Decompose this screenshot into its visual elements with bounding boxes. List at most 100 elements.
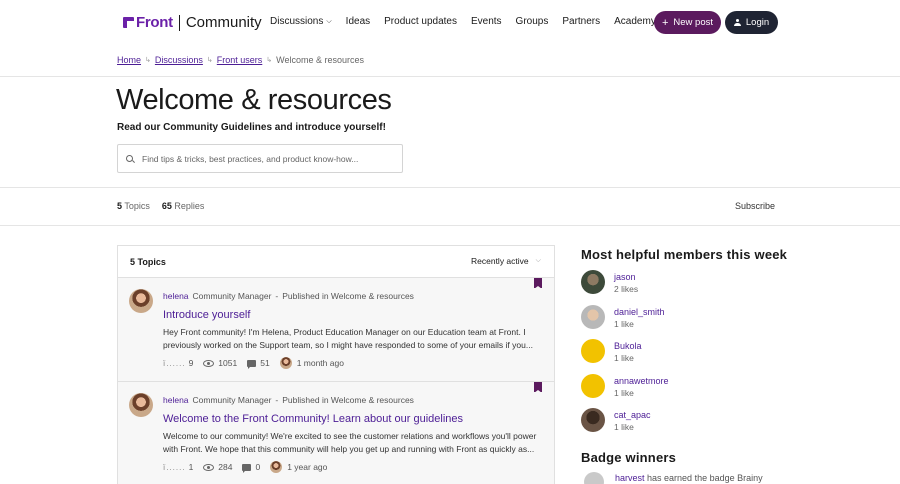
member-likes: 1 like (614, 422, 634, 432)
author-link[interactable]: helena (163, 291, 189, 301)
nav-events[interactable]: Events (471, 16, 502, 27)
member-item[interactable]: Bukola 1 like (581, 339, 781, 369)
replies-count: 51 (247, 358, 270, 369)
avatar[interactable] (129, 393, 153, 417)
views-count: 284 (203, 462, 232, 472)
divider (0, 76, 900, 77)
meta-separator: - (275, 291, 279, 301)
page-title: Welcome & resources (116, 84, 392, 116)
breadcrumb-separator-icon: ↳ (206, 57, 213, 64)
member-item[interactable]: daniel_smith 1 like (581, 305, 781, 335)
member-item[interactable]: jason 2 likes (581, 270, 781, 300)
replies-count: 0 (242, 462, 260, 473)
topic-row[interactable]: helena Community Manager - Published in … (118, 382, 554, 484)
published-in: Published in Welcome & resources (282, 291, 414, 301)
member-likes: 1 like (614, 388, 634, 398)
breadcrumb-discussions[interactable]: Discussions (155, 55, 203, 65)
page-subtitle: Read our Community Guidelines and introd… (117, 122, 386, 133)
avatar[interactable] (584, 472, 604, 484)
topic-title[interactable]: Welcome to the Front Community! Learn ab… (163, 413, 463, 425)
member-name[interactable]: jason (614, 272, 636, 282)
author-role: Community Manager (192, 395, 272, 405)
new-post-label: New post (673, 17, 714, 28)
breadcrumb-separator-icon: ↳ (266, 57, 273, 64)
front-logo-icon (123, 17, 134, 28)
topic-count: 5 Topics (130, 256, 166, 267)
logo-divider (178, 14, 180, 31)
topic-footer: ï...... 9 1051 51 1 month ago (163, 357, 354, 369)
avatar[interactable] (581, 374, 605, 398)
published-in: Published in Welcome & resources (282, 395, 414, 405)
topic-title[interactable]: Introduce yourself (163, 309, 250, 321)
eye-icon (203, 463, 215, 471)
avatar[interactable] (129, 289, 153, 313)
avatar[interactable] (581, 408, 605, 432)
avatar[interactable] (581, 270, 605, 294)
breadcrumb-front-users[interactable]: Front users (217, 55, 263, 65)
eye-icon (203, 359, 215, 367)
breadcrumb-separator-icon: ↳ (145, 57, 151, 64)
search-icon (126, 155, 133, 162)
member-likes: 1 like (614, 353, 634, 363)
new-post-button[interactable]: + New post (654, 11, 721, 34)
helpful-members-heading: Most helpful members this week (581, 247, 788, 262)
nav-academy[interactable]: Academy (614, 16, 656, 27)
avatar (270, 461, 283, 473)
bookmark-icon[interactable] (534, 278, 542, 289)
topic-excerpt: Hey Front community! I'm Helena, Product… (163, 327, 533, 350)
breadcrumb: Home ↳ Discussions ↳ Front users ↳ Welco… (117, 55, 364, 65)
category-stats: 5 Topics 65 Replies (117, 201, 216, 211)
member-name[interactable]: cat_apac (614, 410, 651, 420)
avatar[interactable] (581, 305, 605, 329)
login-button[interactable]: Login (725, 11, 778, 34)
member-likes: 2 likes (614, 284, 639, 294)
topic-row[interactable]: helena Community Manager - Published in … (118, 278, 554, 382)
breadcrumb-current: Welcome & resources (276, 55, 365, 65)
member-name[interactable]: Bukola (614, 341, 642, 351)
replies-stat: 65 Replies (161, 201, 205, 211)
topic-list: 5 Topics Recently active ⌵ helena Commun… (117, 245, 555, 484)
bookmark-icon[interactable] (534, 382, 542, 393)
nav-ideas[interactable]: Ideas (346, 16, 370, 27)
member-item[interactable]: annawetmore 1 like (581, 374, 781, 404)
site-header: Front Community Discussions ⌵ Ideas Produ… (0, 0, 900, 44)
member-name[interactable]: daniel_smith (614, 307, 665, 317)
avatar (279, 357, 292, 369)
topics-stat: 5 Topics (117, 201, 150, 211)
logo-brand: Front (136, 14, 173, 31)
breadcrumb-home[interactable]: Home (117, 55, 141, 65)
badge-user-link[interactable]: harvest (615, 473, 645, 483)
topic-meta: helena Community Manager - Published in … (163, 395, 414, 405)
last-activity: 1 year ago (270, 461, 327, 473)
like-icon: ï...... (163, 358, 186, 368)
nav-partners[interactable]: Partners (562, 16, 600, 27)
subscribe-button[interactable]: Subscribe (735, 201, 775, 211)
divider (0, 225, 900, 226)
topic-meta: helena Community Manager - Published in … (163, 291, 414, 301)
logo[interactable]: Front Community (123, 14, 262, 31)
plus-icon: + (661, 16, 669, 29)
author-link[interactable]: helena (163, 395, 189, 405)
comment-icon (247, 359, 257, 369)
member-name[interactable]: annawetmore (614, 376, 669, 386)
search-box[interactable] (117, 144, 403, 173)
badge-winner-item: harvest has earned the badge Brainy (615, 473, 763, 483)
topic-footer: ï...... 1 284 0 1 year ago (163, 461, 337, 473)
nav-groups[interactable]: Groups (516, 16, 549, 27)
likes-count: ï...... 1 (163, 462, 194, 472)
main-nav: Discussions ⌵ Ideas Product updates Event… (270, 16, 670, 27)
login-label: Login (745, 17, 770, 28)
member-item[interactable]: cat_apac 1 like (581, 408, 781, 438)
search-input[interactable] (142, 153, 392, 164)
logo-product: Community (185, 14, 262, 31)
topic-list-header: 5 Topics Recently active ⌵ (118, 246, 554, 278)
divider (0, 187, 900, 188)
nav-discussions[interactable]: Discussions ⌵ (270, 16, 332, 27)
sort-dropdown[interactable]: Recently active ⌵ (471, 256, 541, 266)
user-icon (733, 19, 741, 26)
badge-winners-heading: Badge winners (581, 450, 677, 465)
avatar[interactable] (581, 339, 605, 363)
sort-label: Recently active (471, 256, 529, 266)
nav-product-updates[interactable]: Product updates (384, 16, 457, 27)
meta-separator: - (275, 395, 279, 405)
